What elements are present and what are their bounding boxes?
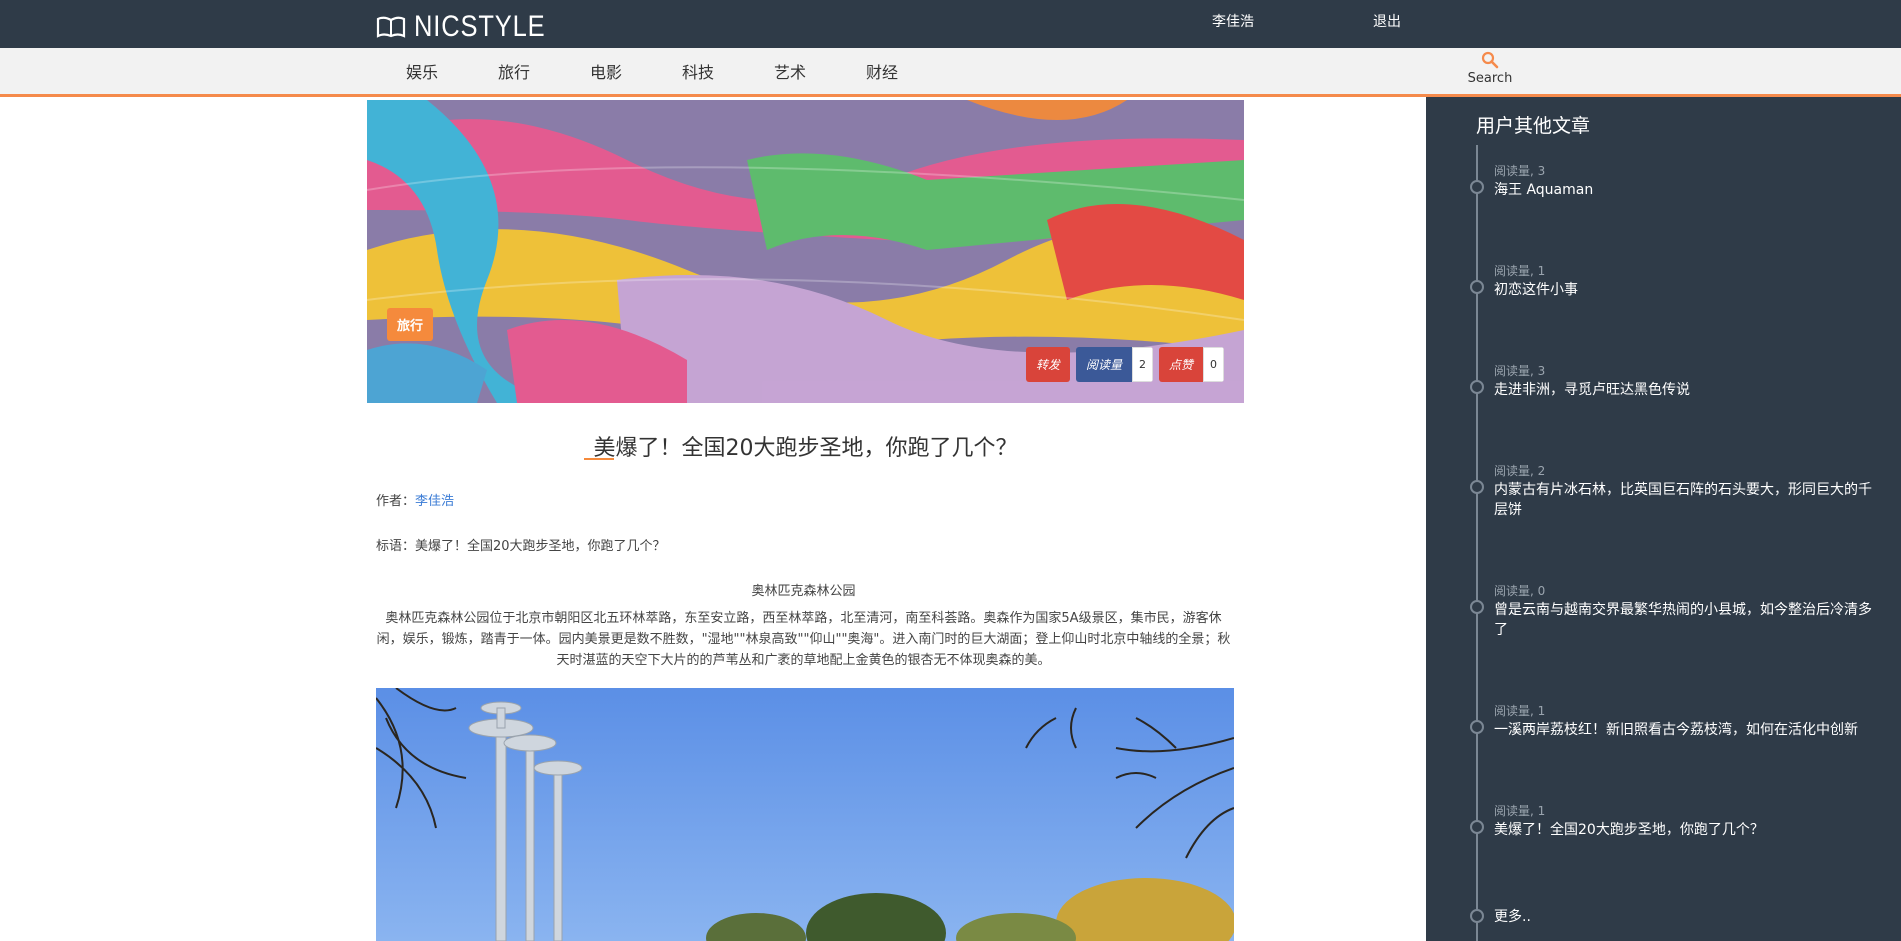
timeline-read-count: 阅读量, 0 [1494,584,1546,598]
timeline-dot [1470,280,1484,294]
author-prefix: 作者： [376,494,416,509]
nav-item-art[interactable]: 艺术 [744,59,836,83]
read-count-button[interactable]: 阅读量 [1075,347,1132,382]
nav-item-movies[interactable]: 电影 [560,59,652,83]
timeline-dot [1470,909,1484,923]
category-navbar: 娱乐 旅行 电影 科技 艺术 财经 Search [0,48,1901,97]
sidebar-title: 用户其他文章 [1476,115,1591,137]
like-count-value: 0 [1203,347,1224,382]
timeline-read-count: 阅读量, 2 [1494,464,1546,478]
timeline-read-count: 阅读量, 1 [1494,804,1546,818]
search-label: Search [1467,71,1513,86]
search-button[interactable]: Search [1463,51,1517,86]
article-subtitle: 标语：美爆了！全国20大跑步圣地，你跑了几个？ [376,539,666,554]
read-count-group: 阅读量 2 [1075,347,1153,382]
timeline-article-link[interactable]: 内蒙古有片冰石林，比英国巨石阵的石头要大，形同巨大的千层饼 [1494,480,1879,520]
article-paragraph: 奥林匹克森林公园位于北京市朝阳区北五环林萃路，东至安立路，西至林萃路，北至清河，… [376,611,1231,668]
timeline-article-link[interactable]: 走进非洲，寻觅卢旺达黑色传说 [1494,380,1879,400]
top-bar: NICSTYLE 李佳浩 退出 [0,0,1901,48]
hero-image: 旅行 转发 阅读量 2 点赞 0 [367,100,1244,403]
sidebar-other-articles: 用户其他文章 阅读量, 3 海王 Aquaman 阅读量, 1 初恋这件小事 阅… [1426,97,1901,941]
brand-logo[interactable]: NICSTYLE [376,10,569,44]
nav-item-finance[interactable]: 财经 [836,59,928,83]
article-title: 美爆了！全国20大跑步圣地，你跑了几个？ [593,436,1018,461]
timeline-dot [1470,820,1484,834]
timeline-dot [1470,380,1484,394]
timeline-article-link[interactable]: 初恋这件小事 [1494,280,1879,300]
search-icon [1481,51,1499,69]
category-nav: 娱乐 旅行 电影 科技 艺术 财经 [376,48,928,94]
logout-link[interactable]: 退出 [1373,11,1401,31]
nav-item-entertainment[interactable]: 娱乐 [376,59,468,83]
timeline-dot [1470,720,1484,734]
timeline-article-link[interactable]: 美爆了！全国20大跑步圣地，你跑了几个？ [1494,820,1879,840]
brand-name: NICSTYLE [414,10,546,43]
timeline-dot [1470,480,1484,494]
timeline-read-count: 阅读量, 1 [1494,264,1546,278]
hero-action-buttons: 转发 阅读量 2 点赞 0 [1025,347,1224,382]
timeline-article-link[interactable]: 一溪两岸荔枝红！新旧照看古今荔枝湾，如何在活化中创新 [1494,720,1879,740]
timeline-read-count: 阅读量, 1 [1494,704,1546,718]
like-button[interactable]: 点赞 [1158,347,1203,382]
section-heading: 奥林匹克森林公园 [751,584,856,599]
share-button[interactable]: 转发 [1025,347,1070,382]
timeline-read-count: 阅读量, 3 [1494,364,1546,378]
category-badge[interactable]: 旅行 [387,308,434,341]
timeline-article-link[interactable]: 海王 Aquaman [1494,180,1879,200]
open-book-icon [376,16,406,38]
timeline-dot [1470,180,1484,194]
author-line: 作者：李佳浩 [376,490,454,509]
title-underline [584,458,614,460]
nav-item-tech[interactable]: 科技 [652,59,744,83]
more-articles-link[interactable]: 更多.. [1494,906,1531,926]
user-name-link[interactable]: 李佳浩 [1212,11,1254,31]
timeline-article-link[interactable]: 曾是云南与越南交界最繁华热闹的小县城，如今整治后冷清多了 [1494,600,1879,640]
read-count-value: 2 [1131,347,1153,382]
like-group: 点赞 0 [1158,347,1224,382]
timeline-dot [1470,600,1484,614]
author-link[interactable]: 李佳浩 [415,494,454,509]
timeline-read-count: 阅读量, 3 [1494,164,1546,178]
olympic-park-picture [376,688,1234,941]
nav-item-travel[interactable]: 旅行 [468,59,560,83]
article-photo [376,688,1234,941]
